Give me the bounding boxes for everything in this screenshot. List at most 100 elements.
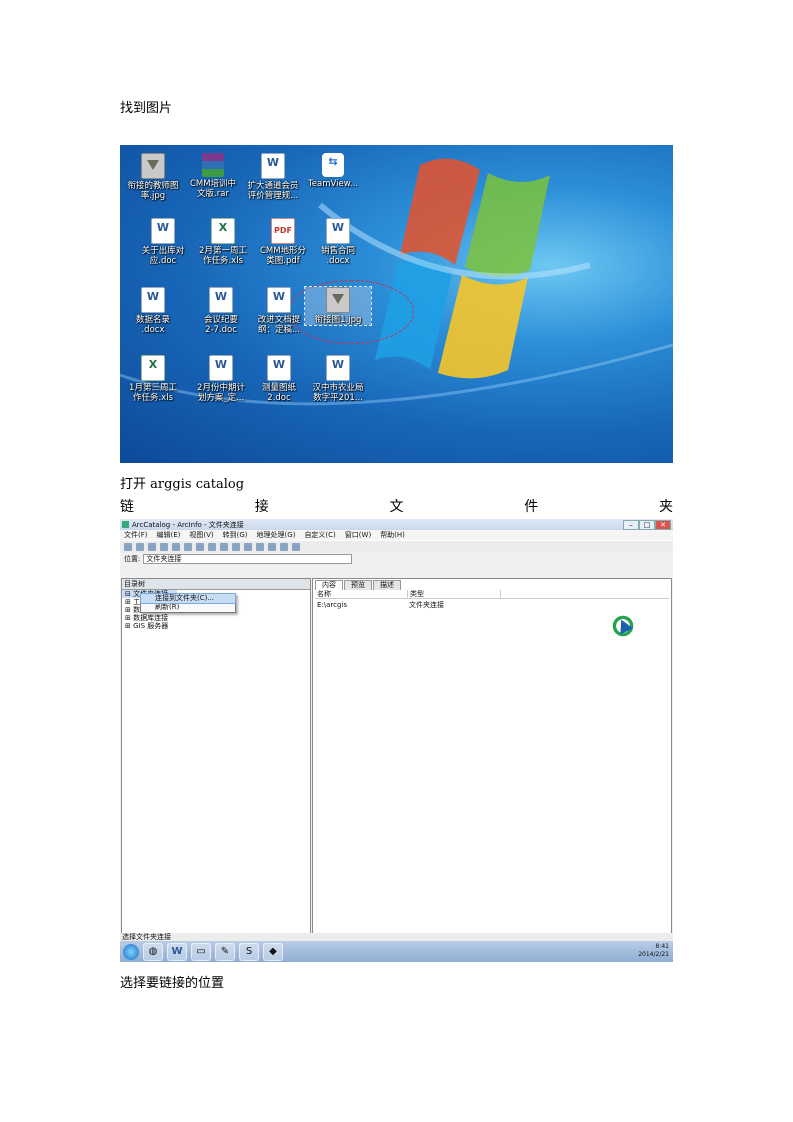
word-file-icon: W: [267, 355, 291, 381]
list-icon[interactable]: [208, 543, 216, 551]
arctoolbox-icon[interactable]: [280, 543, 288, 551]
menu-help[interactable]: 帮助(H): [380, 530, 405, 540]
menu-item-connect-folder[interactable]: 连接到文件夹(C)...: [140, 593, 236, 604]
menu-customize[interactable]: 自定义(C): [304, 530, 335, 540]
rar-file-icon: [202, 153, 224, 177]
char-1: 链: [120, 499, 134, 515]
tab-contents[interactable]: 内容: [315, 580, 343, 590]
menu-item-refresh[interactable]: 刷新(R): [141, 603, 235, 612]
taskbar-browser-icon[interactable]: ◍: [143, 942, 163, 961]
word-file-icon: W: [151, 218, 175, 244]
taskbar-arccatalog-icon[interactable]: ◆: [263, 942, 283, 961]
window-titlebar: ArcCatalog - ArcInfo - 文件夹连接 – □ ✕: [120, 519, 673, 530]
tree-item-database-connections[interactable]: ⊞ 数据库连接: [122, 614, 310, 622]
search-icon[interactable]: [268, 543, 276, 551]
desktop-file-icon[interactable]: 衔接的教师图 率.jpg: [120, 153, 186, 201]
desktop-file-label: CMM培训中 文版.rar: [189, 179, 237, 199]
delete-icon[interactable]: [184, 543, 192, 551]
desktop-file-label: 测量图纸 2.doc: [261, 383, 296, 403]
word-file-icon: W: [326, 355, 350, 381]
arcgis-logo-icon: [611, 614, 635, 638]
desktop-file-icon[interactable]: W 关于出库对 应.doc: [130, 218, 196, 266]
location-bar: 位置: 文件夹连接: [120, 553, 673, 564]
desktop-file-icon[interactable]: X 2月第一周工 作任务.xls: [190, 218, 256, 266]
jpg-file-icon: [326, 287, 350, 313]
word-file-icon: W: [267, 287, 291, 313]
menu-file[interactable]: 文件(F): [124, 530, 148, 540]
toolbar: [120, 540, 673, 553]
desktop-file-label: 改进文档提 纲：定稿...: [257, 315, 301, 335]
column-name[interactable]: 名称: [315, 590, 408, 598]
desktop-file-icon[interactable]: W 扩大通道会员 评价管理规...: [240, 153, 306, 201]
char-3: 文: [389, 499, 404, 515]
instruction-connect-folder: 链 接 文 件 夹: [120, 496, 673, 516]
desktop-file-icon[interactable]: W 销售合同 .docx: [305, 218, 371, 266]
thumbnails-icon[interactable]: [232, 543, 240, 551]
copy-icon[interactable]: [160, 543, 168, 551]
tab-preview[interactable]: 预览: [344, 580, 372, 590]
desktop-file-icon[interactable]: W 改进文档提 纲：定稿...: [246, 287, 312, 335]
menu-view[interactable]: 视图(V): [189, 530, 213, 540]
clock-time: 8:41: [655, 943, 669, 950]
desktop-file-icon[interactable]: W 数据名录 .docx: [120, 287, 186, 335]
windows-taskbar: ◍ W ▭ ✎ S ◆ 8:41 2014/2/21: [120, 941, 673, 962]
column-type[interactable]: 类型: [408, 590, 501, 598]
tree-item-gis-servers[interactable]: ⊞ GIS 服务器: [122, 622, 310, 630]
desktop-file-label: 扩大通道会员 评价管理规...: [247, 181, 299, 201]
launch-arcmap-icon[interactable]: [244, 543, 252, 551]
taskbar-word-icon[interactable]: W: [167, 942, 187, 961]
desktop-file-label: 汉中市农业局 数字平201...: [312, 383, 364, 403]
desktop-file-label: 衔接的教师图 率.jpg: [127, 181, 179, 201]
minimize-button[interactable]: –: [623, 520, 639, 530]
desktop-file-icon[interactable]: CMM培训中 文版.rar: [180, 153, 246, 199]
desktop-file-icon[interactable]: W 2月份中期计 划方案_定...: [188, 355, 254, 403]
jpg-file-icon: [141, 153, 165, 179]
desktop-file-icon[interactable]: W 汉中市农业局 数字平201...: [305, 355, 371, 403]
instruction-open-catalog: 打开 arggis catalog: [120, 477, 245, 492]
location-input[interactable]: 文件夹连接: [143, 553, 353, 564]
desktop-screenshot: 衔接的教师图 率.jpg CMM培训中 文版.rar W 扩大通道会员 评价管理规..…: [120, 145, 673, 463]
maximize-button[interactable]: □: [639, 520, 655, 530]
window-title: ArcCatalog - ArcInfo - 文件夹连接: [132, 521, 244, 529]
row-type: 文件夹连接: [409, 601, 444, 609]
desktop-file-label: 销售合同 .docx: [320, 246, 355, 266]
taskbar-folder-icon[interactable]: ▭: [191, 942, 211, 961]
connect-folder-icon[interactable]: [136, 543, 144, 551]
menu-geoprocessing[interactable]: 地理处理(G): [257, 530, 296, 540]
char-5: 夹: [659, 499, 673, 515]
close-button[interactable]: ✕: [655, 520, 671, 530]
menu-edit[interactable]: 编辑(E): [157, 530, 181, 540]
desktop-file-icon[interactable]: 衔接图1.jpg: [304, 286, 372, 326]
menu-go[interactable]: 转到(G): [223, 530, 248, 540]
location-label: 位置:: [124, 554, 141, 563]
large-icons-icon[interactable]: [196, 543, 204, 551]
taskbar-app-icon[interactable]: S: [239, 942, 259, 961]
disconnect-folder-icon[interactable]: [148, 543, 156, 551]
content-tabs: 内容 预览 描述: [313, 580, 671, 590]
table-row[interactable]: E:\arcgis 文件夹连接: [315, 601, 669, 609]
desktop-file-label: 衔接图1.jpg: [314, 315, 362, 325]
arccatalog-screenshot: ArcCatalog - ArcInfo - 文件夹连接 – □ ✕ 文件(F)…: [120, 519, 673, 962]
desktop-file-label: TeamView...: [308, 179, 358, 189]
desktop-file-label: 2月份中期计 划方案_定...: [197, 383, 245, 403]
desktop-file-icon[interactable]: ⇆ TeamView...: [300, 153, 366, 189]
python-icon[interactable]: [292, 543, 300, 551]
paste-icon[interactable]: [172, 543, 180, 551]
desktop-file-icon[interactable]: W 测量图纸 2.doc: [246, 355, 312, 403]
desktop-file-icon[interactable]: W 会议纪要 2-7.doc: [188, 287, 254, 335]
menu-windows[interactable]: 窗口(W): [345, 530, 371, 540]
desktop-file-icon[interactable]: X 1月第三周工 作任务.xls: [120, 355, 186, 403]
start-button[interactable]: [123, 943, 139, 960]
tree-panel-header: 目录树: [122, 579, 310, 590]
desktop-file-label: 关于出库对 应.doc: [141, 246, 185, 266]
taskbar-notepad-icon[interactable]: ✎: [215, 942, 235, 961]
up-icon[interactable]: [124, 543, 132, 551]
catalog-tree-icon[interactable]: [256, 543, 264, 551]
tab-description[interactable]: 描述: [373, 580, 401, 590]
excel-file-icon: X: [141, 355, 165, 381]
word-file-icon: W: [141, 287, 165, 313]
details-icon[interactable]: [220, 543, 228, 551]
word-file-icon: W: [209, 355, 233, 381]
word-file-icon: W: [209, 287, 233, 313]
desktop-file-label: 1月第三周工 作任务.xls: [129, 383, 177, 403]
